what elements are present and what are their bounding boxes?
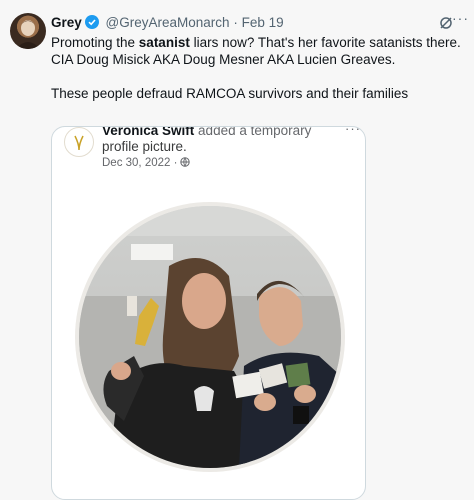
globe-icon — [180, 157, 191, 170]
tweet-paragraph-1: Promoting the satanist liars now? That's… — [51, 34, 463, 68]
embedded-date: Dec 30, 2022 · — [102, 157, 191, 170]
embedded-action-line2: profile picture. — [102, 139, 187, 154]
separator: · — [173, 157, 178, 169]
author-name[interactable]: Grey — [51, 15, 82, 30]
tweet-date[interactable]: Feb 19 — [242, 15, 284, 30]
tweet: Grey @GreyAreaMonarch · Feb 19 ··· Promo… — [0, 0, 474, 500]
author-handle[interactable]: @GreyAreaMonarch — [106, 15, 230, 30]
tweet-text: Promoting the satanist liars now? That's… — [51, 34, 463, 102]
verified-badge-icon — [84, 15, 99, 29]
embedded-date-text: Dec 30, 2022 — [102, 157, 171, 169]
embedded-more-icon[interactable]: ··· — [345, 127, 361, 136]
embedded-author-name: Veronica Swift — [102, 126, 195, 138]
embedded-image-card[interactable]: Veronica Swift added a temporary profile… — [51, 126, 366, 500]
text-segment: Promoting the — [51, 35, 139, 50]
avatar[interactable] — [10, 13, 46, 49]
embedded-author: Veronica Swift added a temporary — [102, 126, 312, 138]
separator: · — [233, 15, 238, 30]
text-bold-segment: satanist — [138, 35, 190, 50]
embedded-action: added a temporary — [198, 126, 312, 138]
more-icon[interactable]: ··· — [452, 10, 469, 26]
tweet-paragraph-2: These people defraud RAMCOA survivors an… — [51, 86, 409, 101]
profile-photo[interactable] — [79, 206, 341, 468]
profile-logo-icon — [64, 127, 94, 157]
tweet-header: Grey @GreyAreaMonarch · Feb 19 — [51, 14, 284, 32]
